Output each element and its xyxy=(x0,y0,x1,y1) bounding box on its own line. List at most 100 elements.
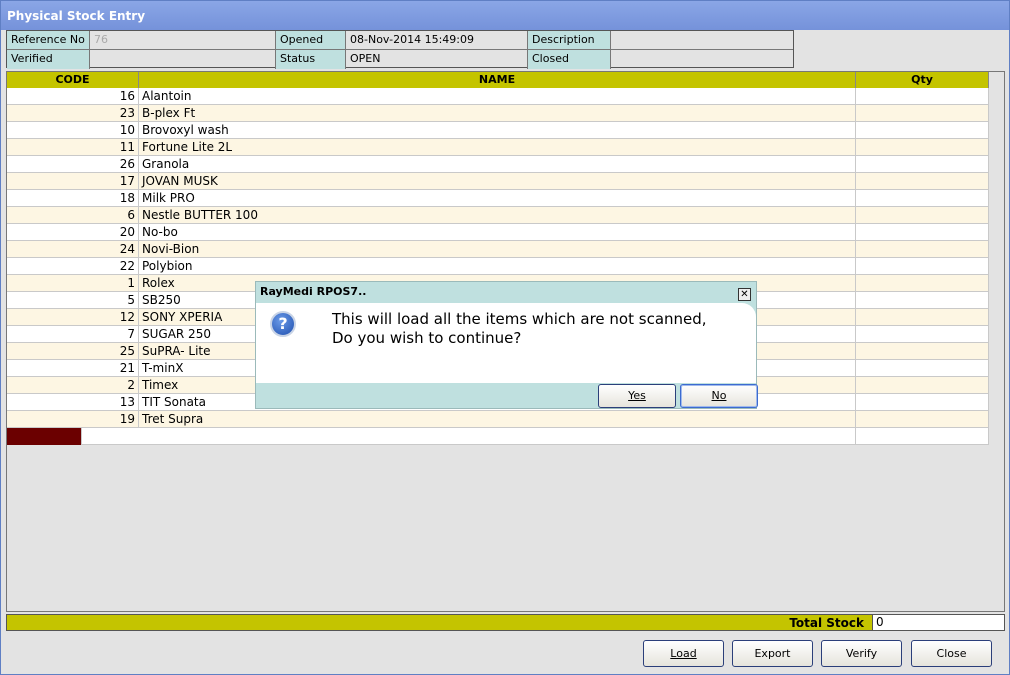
cell-qty[interactable] xyxy=(856,411,989,428)
opened-label: Opened xyxy=(276,31,346,50)
cell-name[interactable]: Fortune Lite 2L xyxy=(139,139,856,156)
cell-name[interactable]: Nestle BUTTER 100 xyxy=(139,207,856,224)
cell-name[interactable]: Alantoin xyxy=(139,88,856,105)
cell-qty[interactable] xyxy=(856,207,989,224)
cell-code[interactable]: 20 xyxy=(7,224,139,241)
cell-code[interactable]: 6 xyxy=(7,207,139,224)
cell-code[interactable]: 2 xyxy=(7,377,139,394)
table-row[interactable]: 24 Novi-Bion xyxy=(7,241,989,258)
cell-qty[interactable] xyxy=(856,224,989,241)
cell-code[interactable]: 17 xyxy=(7,173,139,190)
cell-code[interactable]: 18 xyxy=(7,190,139,207)
cell-name[interactable]: No-bo xyxy=(139,224,856,241)
dialog-message: This will load all the items which are n… xyxy=(332,310,707,347)
table-row[interactable]: 10 Brovoxyl wash xyxy=(7,122,989,139)
cell-qty[interactable] xyxy=(856,377,989,394)
close-button[interactable]: Close xyxy=(911,640,992,667)
yes-label: Yes xyxy=(628,389,646,402)
new-entry-row[interactable] xyxy=(7,428,989,445)
cell-name[interactable]: Granola xyxy=(139,156,856,173)
new-code-cell[interactable] xyxy=(7,428,82,445)
load-button[interactable]: Load xyxy=(643,640,724,667)
cell-qty[interactable] xyxy=(856,292,989,309)
cell-qty[interactable] xyxy=(856,258,989,275)
closed-label: Closed xyxy=(528,50,611,69)
column-header-qty[interactable]: Qty xyxy=(856,72,989,88)
new-qty-cell[interactable] xyxy=(856,428,989,445)
column-header-code[interactable]: CODE xyxy=(7,72,139,88)
cell-code[interactable]: 21 xyxy=(7,360,139,377)
table-row[interactable]: 17 JOVAN MUSK xyxy=(7,173,989,190)
confirm-dialog: RayMedi RPOS7.. ✕ ? This will load all t… xyxy=(255,281,758,409)
cell-name[interactable]: Novi-Bion xyxy=(139,241,856,258)
cell-code[interactable]: 23 xyxy=(7,105,139,122)
cell-code[interactable]: 26 xyxy=(7,156,139,173)
table-row[interactable]: 20 No-bo xyxy=(7,224,989,241)
cell-qty[interactable] xyxy=(856,139,989,156)
cell-qty[interactable] xyxy=(856,105,989,122)
cell-qty[interactable] xyxy=(856,173,989,190)
cell-name[interactable]: B-plex Ft xyxy=(139,105,856,122)
cell-code[interactable]: 16 xyxy=(7,88,139,105)
yes-button[interactable]: Yes xyxy=(598,384,676,408)
export-button[interactable]: Export xyxy=(732,640,813,667)
reference-no-label: Reference No xyxy=(7,31,90,50)
table-row[interactable]: 19 Tret Supra xyxy=(7,411,989,428)
table-row[interactable]: 11 Fortune Lite 2L xyxy=(7,139,989,156)
cell-code[interactable]: 11 xyxy=(7,139,139,156)
cell-qty[interactable] xyxy=(856,156,989,173)
cell-qty[interactable] xyxy=(856,360,989,377)
verified-field xyxy=(90,50,276,69)
no-label: No xyxy=(711,389,727,402)
no-button[interactable]: No xyxy=(680,384,758,408)
cell-code[interactable]: 7 xyxy=(7,326,139,343)
cell-name[interactable]: JOVAN MUSK xyxy=(139,173,856,190)
status-label: Status xyxy=(276,50,346,69)
cell-qty[interactable] xyxy=(856,122,989,139)
cell-code[interactable]: 25 xyxy=(7,343,139,360)
cell-name[interactable]: Brovoxyl wash xyxy=(139,122,856,139)
cell-code[interactable]: 10 xyxy=(7,122,139,139)
cell-qty[interactable] xyxy=(856,241,989,258)
cell-code[interactable]: 5 xyxy=(7,292,139,309)
table-row[interactable]: 22 Polybion xyxy=(7,258,989,275)
cell-code[interactable]: 24 xyxy=(7,241,139,258)
cell-name[interactable]: Milk PRO xyxy=(139,190,856,207)
cell-qty[interactable] xyxy=(856,343,989,360)
cell-qty[interactable] xyxy=(856,190,989,207)
cell-qty[interactable] xyxy=(856,88,989,105)
cell-qty[interactable] xyxy=(856,326,989,343)
cell-code[interactable]: 19 xyxy=(7,411,139,428)
dialog-body: ? This will load all the items which are… xyxy=(256,303,756,383)
description-label: Description xyxy=(528,31,611,50)
close-label: Close xyxy=(936,647,967,660)
cell-code[interactable]: 1 xyxy=(7,275,139,292)
cell-code[interactable]: 12 xyxy=(7,309,139,326)
new-name-cell[interactable] xyxy=(82,428,856,445)
total-stock-label: Total Stock xyxy=(789,616,864,630)
table-row[interactable]: 18 Milk PRO xyxy=(7,190,989,207)
cell-name[interactable]: Polybion xyxy=(139,258,856,275)
grid-header: CODE NAME Qty xyxy=(7,72,989,88)
table-row[interactable]: 16 Alantoin xyxy=(7,88,989,105)
verify-button[interactable]: Verify xyxy=(821,640,902,667)
table-row[interactable]: 23 B-plex Ft xyxy=(7,105,989,122)
column-header-name[interactable]: NAME xyxy=(139,72,856,88)
closed-field xyxy=(611,50,793,69)
table-row[interactable]: 26 Granola xyxy=(7,156,989,173)
cell-qty[interactable] xyxy=(856,394,989,411)
cell-qty[interactable] xyxy=(856,275,989,292)
verify-label: Verify xyxy=(845,647,878,660)
cell-qty[interactable] xyxy=(856,309,989,326)
total-stock-value: 0 xyxy=(872,615,1004,630)
table-row[interactable]: 6 Nestle BUTTER 100 xyxy=(7,207,989,224)
description-field[interactable] xyxy=(611,31,793,50)
dialog-close-icon[interactable]: ✕ xyxy=(738,288,751,301)
cell-code[interactable]: 22 xyxy=(7,258,139,275)
cell-name[interactable]: Tret Supra xyxy=(139,411,856,428)
reference-no-field[interactable]: 76 xyxy=(90,31,276,50)
verified-label: Verified xyxy=(7,50,90,69)
cell-code[interactable]: 13 xyxy=(7,394,139,411)
question-icon: ? xyxy=(270,311,296,337)
info-panel: Reference No 76 Opened 08-Nov-2014 15:49… xyxy=(6,30,794,69)
